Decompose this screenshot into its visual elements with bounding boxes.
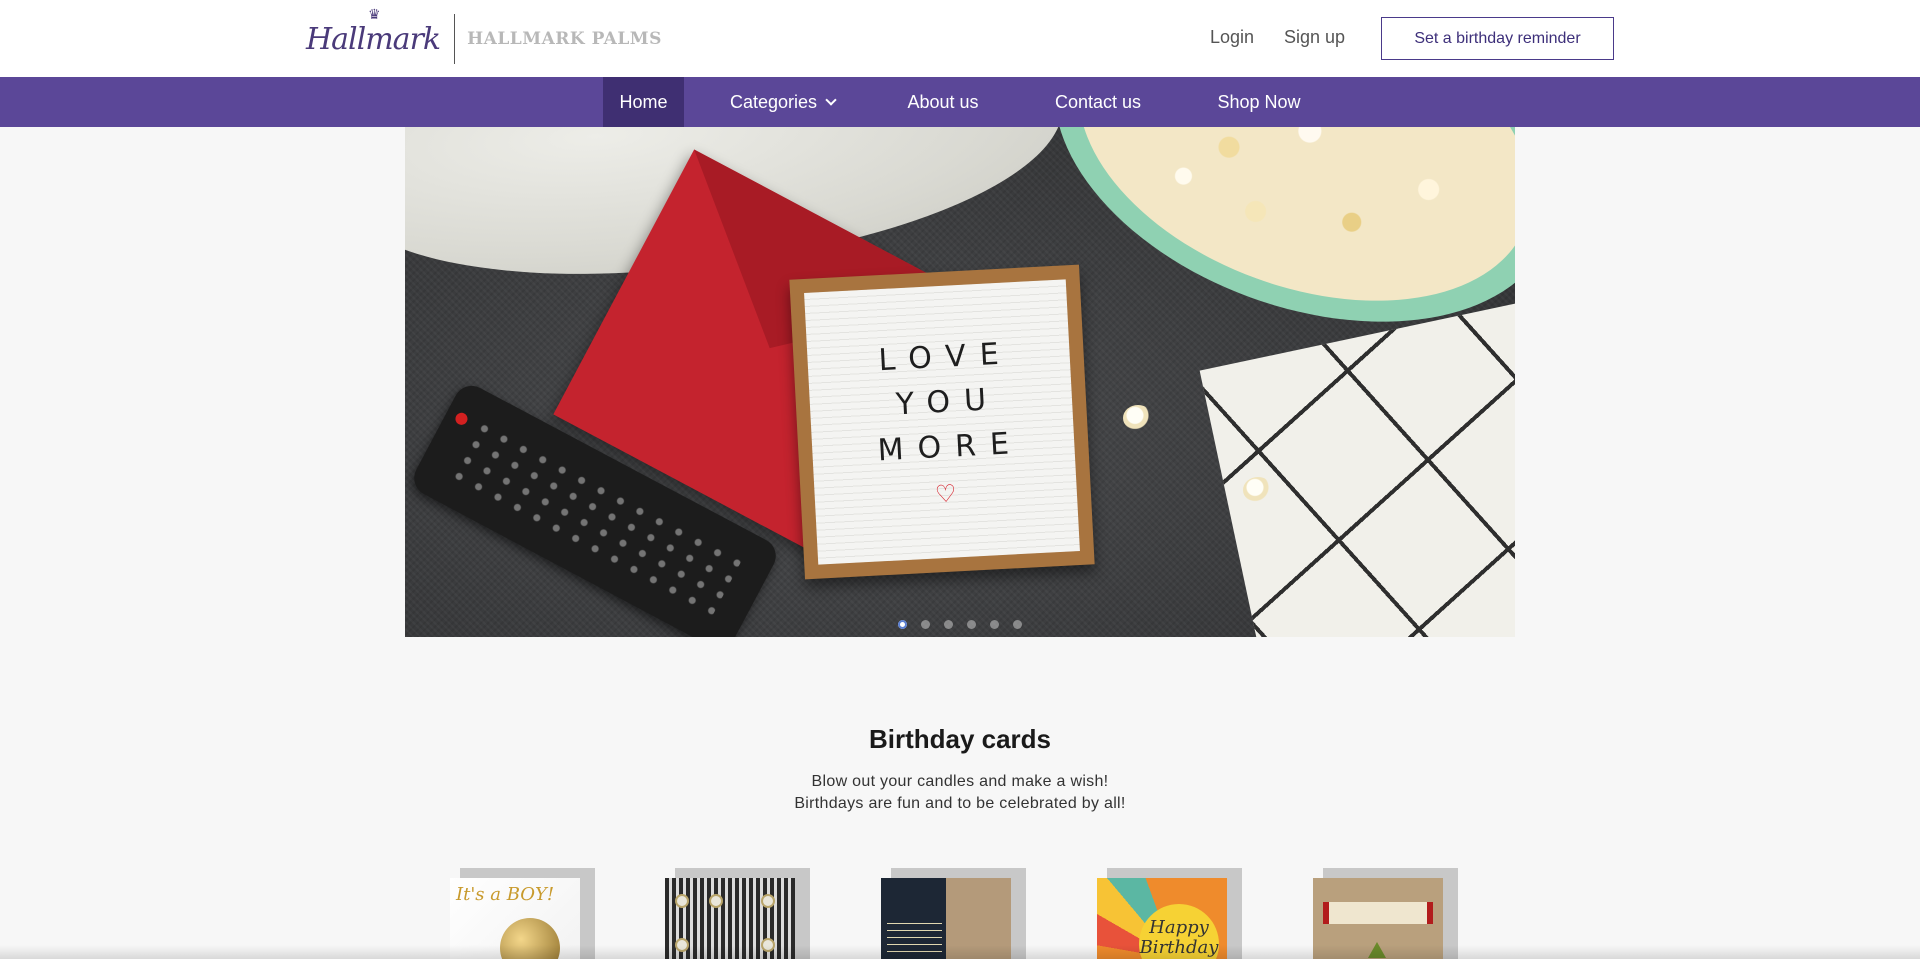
board-line-3: MORE: [876, 425, 1024, 469]
carousel-dot[interactable]: [921, 620, 930, 629]
brand-logo[interactable]: Hallmark ♛ HALLMARK PALMS: [306, 6, 662, 64]
letterboard-face: LOVE YOU MORE ♡: [804, 279, 1080, 565]
set-birthday-reminder-button[interactable]: Set a birthday reminder: [1381, 17, 1614, 60]
card-ornament: [675, 894, 689, 908]
signup-link[interactable]: Sign up: [1284, 27, 1345, 48]
hero-carousel[interactable]: LOVE YOU MORE ♡: [405, 127, 1515, 637]
card-banner: [1323, 902, 1433, 924]
nav-item-contact[interactable]: Contact us: [1045, 77, 1151, 127]
popcorn-kernel: [1123, 405, 1153, 431]
section-title: Birthday cards: [868, 724, 1052, 754]
nav-item-shop[interactable]: Shop Now: [1207, 77, 1311, 127]
site-header: Hallmark ♛ HALLMARK PALMS Login Sign up …: [0, 0, 1920, 77]
bottom-shadow: [0, 945, 1920, 959]
brand-name: HALLMARK PALMS: [467, 29, 662, 49]
carousel-dot[interactable]: [898, 620, 907, 629]
carousel-dot[interactable]: [944, 620, 953, 629]
carousel-dot[interactable]: [990, 620, 999, 629]
chevron-down-icon: [825, 94, 837, 106]
crown-icon: ♛: [368, 6, 381, 22]
card-text: It's a BOY!: [456, 884, 555, 905]
main-nav: Home Categories About us Contact us Shop…: [0, 77, 1920, 127]
login-link[interactable]: Login: [1210, 27, 1254, 48]
board-line-1: LOVE: [877, 336, 1014, 379]
carousel-indicators: [405, 620, 1515, 629]
hallmark-wordmark: Hallmark: [306, 21, 441, 57]
popcorn-kernel: [1243, 477, 1273, 503]
hero-letterboard: LOVE YOU MORE ♡: [789, 264, 1095, 580]
nav-item-about[interactable]: About us: [893, 77, 993, 127]
section-description-line-1: Blow out your candles and make a wish!: [811, 773, 1109, 790]
board-line-2: YOU: [894, 381, 1001, 423]
card-ornament: [709, 894, 723, 908]
nav-item-categories-label: Categories: [729, 92, 818, 112]
section-description-line-2: Birthdays are fun and to be celebrated b…: [794, 795, 1126, 812]
carousel-dot[interactable]: [1013, 620, 1022, 629]
nav-item-home[interactable]: Home: [603, 77, 684, 127]
remote-power-button: [453, 410, 470, 427]
nav-item-categories[interactable]: Categories: [715, 77, 850, 127]
logo-divider: [454, 14, 456, 64]
heart-icon: ♡: [934, 480, 958, 509]
card-ornament: [761, 894, 775, 908]
carousel-dot[interactable]: [967, 620, 976, 629]
